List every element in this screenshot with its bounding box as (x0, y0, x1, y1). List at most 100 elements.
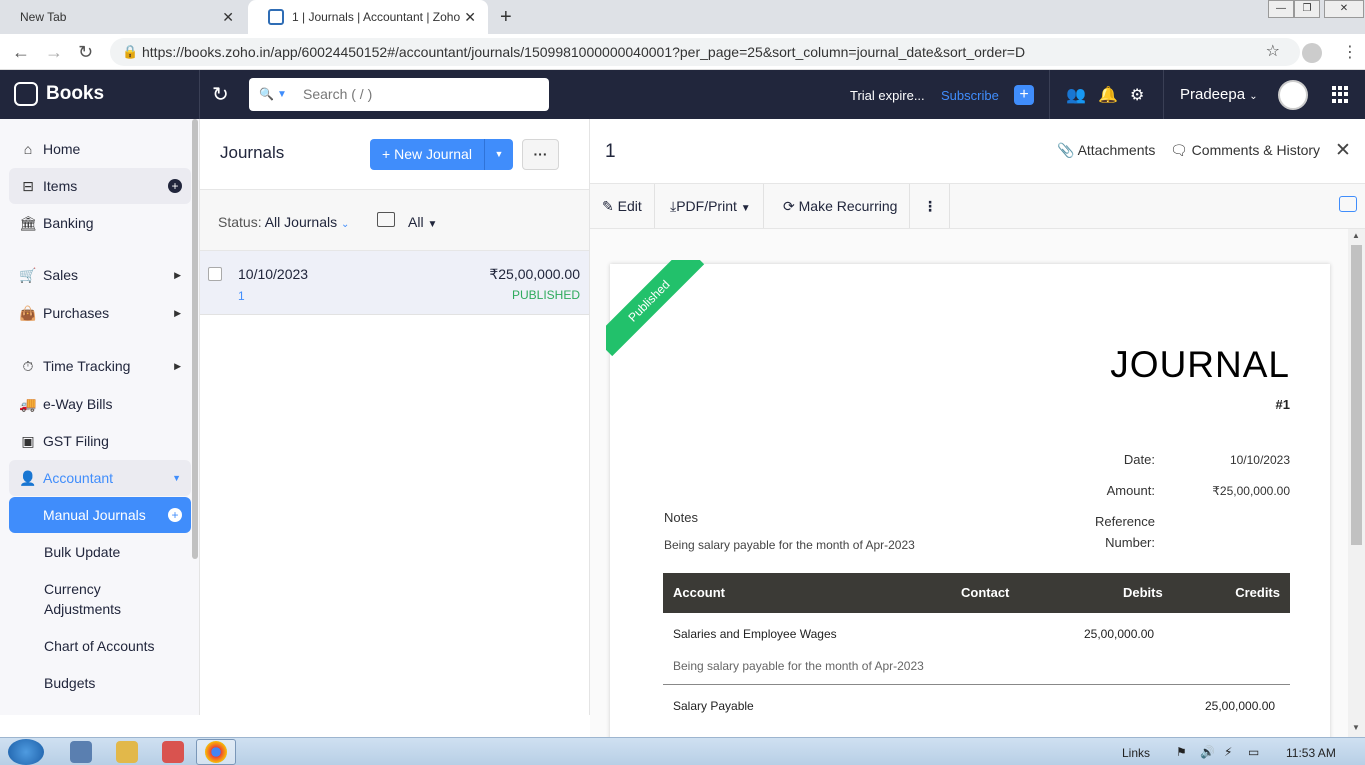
add-journal-plus-icon[interactable]: + (168, 508, 182, 522)
attachments-button[interactable]: 📎 Attachments (1057, 142, 1155, 159)
minimize-window-icon[interactable]: — (1268, 0, 1294, 18)
sidebar-item-banking[interactable]: 🏛 Banking (9, 205, 191, 241)
period-filter-value: All (408, 214, 424, 230)
sidebar-item-currency-adjustments[interactable]: Currency Adjustments (44, 579, 144, 619)
quick-create-plus-icon[interactable]: + (1014, 85, 1034, 105)
notes-text: Being salary payable for the month of Ap… (664, 538, 915, 552)
reload-icon[interactable]: ↻ (78, 42, 93, 63)
chrome-app-icon[interactable] (205, 741, 227, 763)
users-icon[interactable]: 👥 (1066, 85, 1086, 105)
document-title: JOURNAL (1110, 344, 1290, 385)
make-recurring-label: Make Recurring (798, 198, 898, 214)
tab-journals[interactable]: 1 | Journals | Accountant | Zoho E ✕ (248, 0, 488, 34)
sidebar-item-time-tracking[interactable]: ⏱ Time Tracking ▶ (9, 348, 191, 384)
back-arrow-icon[interactable]: ← (12, 42, 30, 63)
gear-icon[interactable]: ⚙ (1130, 85, 1144, 105)
ribbon-wrapper: Published (606, 260, 706, 360)
sidebar-item-items[interactable]: ⊟ Items + (9, 168, 191, 204)
chevron-down-icon: ▼ (172, 473, 181, 483)
sidebar-item-home[interactable]: ⌂ Home (9, 131, 191, 167)
sidebar-item-gst-filing[interactable]: ▣ GST Filing (9, 423, 191, 459)
sidebar-item-eway-bills[interactable]: 🚚 e-Way Bills (9, 386, 191, 422)
row-checkbox[interactable] (208, 267, 222, 281)
search-icon: 🔍 (259, 87, 274, 101)
search-input[interactable]: 🔍 ▼ Search ( / ) (249, 78, 549, 111)
flag-icon[interactable]: ⚑ (1176, 745, 1187, 759)
page-title: Journals (220, 143, 285, 162)
pdf-print-button[interactable]: ⤓PDF/Print ▼ (658, 184, 764, 228)
accountant-icon: 👤 (19, 469, 37, 486)
speaker-icon[interactable]: 🔊 (1200, 745, 1215, 759)
edit-label: Edit (617, 198, 642, 214)
status-filter-label: Status: (218, 214, 262, 230)
chat-icon[interactable] (1339, 196, 1357, 212)
sidebar-item-sales[interactable]: 🛒 Sales ▶ (9, 257, 191, 293)
forward-arrow-icon[interactable]: → (45, 42, 63, 63)
bag-icon: 👜 (19, 304, 37, 321)
restore-window-icon[interactable]: ❐ (1294, 0, 1320, 18)
journal-number[interactable]: 1 (238, 289, 245, 303)
sidebar-item-budgets[interactable]: Budgets (44, 673, 194, 693)
close-tab-icon[interactable]: ✕ (222, 9, 234, 26)
scrollbar-thumb[interactable] (1351, 245, 1362, 545)
calendar-icon[interactable] (377, 212, 395, 227)
display-icon[interactable]: ▭ (1248, 745, 1259, 759)
recent-activity-icon[interactable]: ↻ (212, 82, 229, 107)
apps-grid-icon[interactable] (1332, 86, 1349, 103)
clock: 11:53 AM (1286, 746, 1336, 760)
notes-label: Notes (664, 510, 698, 525)
explorer-app-icon[interactable] (70, 741, 92, 763)
zoho-books-favicon-icon (268, 9, 284, 25)
new-tab-plus-icon[interactable]: + (500, 6, 512, 29)
sidebar-scrollbar[interactable] (192, 119, 198, 559)
tab-new-tab[interactable]: New Tab ✕ (0, 0, 246, 34)
journal-list-pane: Journals + New Journal ▼ ··· Status: All… (200, 119, 590, 715)
start-button[interactable] (8, 739, 44, 765)
sidebar-item-bulk-update[interactable]: Bulk Update (44, 542, 194, 562)
bookmark-star-icon[interactable]: ☆ (1266, 38, 1280, 66)
network-icon[interactable]: ⚡ (1224, 745, 1232, 759)
links-toolbar[interactable]: Links (1122, 746, 1150, 760)
sidebar-item-chart-of-accounts[interactable]: Chart of Accounts (44, 636, 194, 656)
table-row[interactable]: 10/10/2023 1 ₹25,00,000.00 PUBLISHED (200, 251, 589, 315)
org-user-menu[interactable]: Pradeepa ⌄ (1180, 86, 1258, 103)
more-options-button[interactable]: ··· (522, 139, 559, 170)
sidebar-item-purchases[interactable]: 👜 Purchases ▶ (9, 295, 191, 331)
sidebar-item-label: Accountant (43, 470, 114, 486)
url-text: https://books.zoho.in/app/60024450152#/a… (142, 44, 1026, 60)
edit-button[interactable]: ✎ Edit (590, 184, 655, 228)
close-window-icon[interactable]: ✕ (1324, 0, 1364, 18)
sidebar-item-label: Sales (43, 267, 79, 283)
period-filter[interactable]: All ▼ (408, 214, 437, 230)
scroll-down-icon[interactable]: ▼ (1352, 723, 1360, 732)
new-journal-button[interactable]: + New Journal (370, 139, 484, 170)
app-icon[interactable] (162, 741, 184, 763)
add-item-plus-icon[interactable]: + (168, 179, 182, 193)
paperclip-icon: 📎 (1057, 142, 1075, 158)
journal-date: 10/10/2023 (238, 266, 309, 282)
subscribe-link[interactable]: Subscribe (941, 88, 999, 103)
bell-icon[interactable]: 🔔 (1098, 85, 1118, 105)
detail-scrollbar[interactable]: ▲ ▼ (1348, 229, 1365, 737)
more-actions-icon[interactable]: ⋮ (911, 184, 950, 228)
close-tab-icon[interactable]: ✕ (464, 9, 476, 26)
date-label: Date: (1123, 452, 1155, 467)
profile-icon[interactable] (1302, 43, 1322, 63)
brand[interactable]: Books (14, 82, 104, 106)
new-journal-dropdown-icon[interactable]: ▼ (484, 139, 513, 170)
sidebar-item-manual-journals[interactable]: Manual Journals + (9, 497, 191, 533)
url-field[interactable]: 🔒 https://books.zoho.in/app/60024450152#… (110, 38, 1300, 66)
sidebar-item-accountant[interactable]: 👤 Accountant ▼ (9, 460, 191, 496)
close-icon[interactable]: ✕ (1335, 139, 1351, 162)
status-filter-value: All Journals (264, 214, 338, 230)
avatar[interactable] (1278, 80, 1308, 110)
comments-history-button[interactable]: 🗨 Comments & History (1170, 142, 1320, 159)
date-value: 10/10/2023 (1229, 453, 1290, 467)
make-recurring-button[interactable]: ⟳ Make Recurring (771, 184, 911, 228)
scroll-up-icon[interactable]: ▲ (1352, 231, 1360, 240)
folder-app-icon[interactable] (116, 741, 138, 763)
chevron-down-icon: ⌄ (340, 219, 350, 230)
browser-menu-icon[interactable]: ⋮ (1342, 42, 1358, 62)
status-filter[interactable]: Status: All Journals ⌄ (218, 214, 349, 230)
chevron-down-icon[interactable]: ▼ (277, 78, 287, 111)
